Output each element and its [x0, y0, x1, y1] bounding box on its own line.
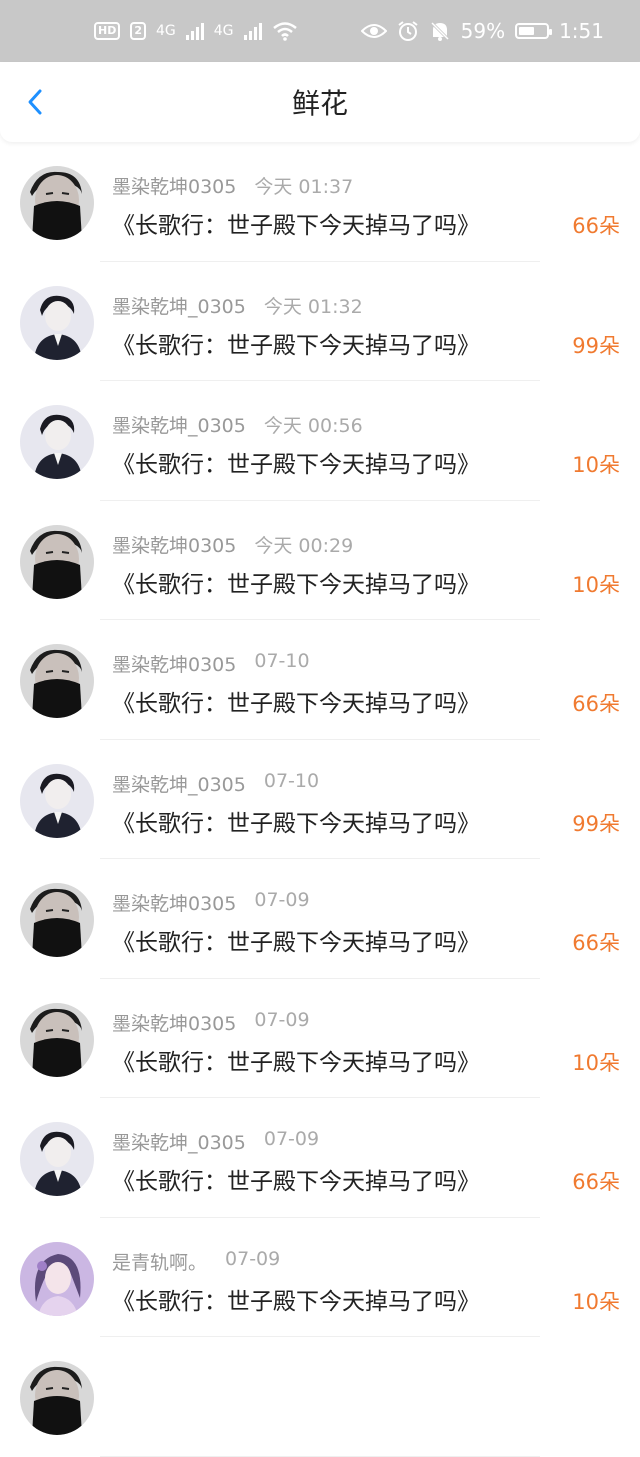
avatar[interactable]: [20, 1361, 94, 1435]
username[interactable]: 墨染乾坤_0305: [112, 1128, 246, 1155]
flower-count: 66朵: [572, 931, 620, 955]
list-item[interactable]: 是青轨啊。 07-09 《长歌行：世子殿下今天掉马了吗》 10朵: [0, 1218, 640, 1337]
username[interactable]: 墨染乾坤_0305: [112, 411, 246, 438]
nav-bar: 鲜花: [0, 62, 640, 142]
page-title: 鲜花: [291, 87, 348, 120]
book-title[interactable]: 《长歌行：世子殿下今天掉马了吗》: [112, 326, 480, 360]
item-meta: 墨染乾坤_0305 今天 01:32: [112, 292, 363, 319]
item-meta: 是青轨啊。 07-09: [112, 1248, 280, 1275]
book-title[interactable]: 《长歌行：世子殿下今天掉马了吗》: [112, 445, 480, 479]
status-right: 59% 1:51: [360, 19, 604, 43]
list-item[interactable]: 墨染乾坤0305 07-09 《长歌行：世子殿下今天掉马了吗》 66朵: [0, 859, 640, 979]
avatar[interactable]: [20, 524, 94, 599]
flower-count: 66朵: [572, 214, 620, 238]
avatar[interactable]: [20, 644, 94, 718]
book-title[interactable]: 《长歌行：世子殿下今天掉马了吗》: [112, 565, 480, 599]
timestamp: 07-09: [225, 1247, 281, 1270]
timestamp: 今天 00:29: [254, 534, 354, 557]
username[interactable]: 墨染乾坤0305: [112, 172, 236, 199]
avatar[interactable]: [20, 405, 94, 479]
avatar[interactable]: [20, 1241, 94, 1316]
mute-bell-icon: [430, 21, 449, 41]
flower-count: 10朵: [572, 572, 620, 597]
divider: [100, 1455, 540, 1457]
network-label-2: 4G: [213, 23, 234, 39]
signal-icon: [185, 22, 204, 40]
timestamp: 今天 00:56: [263, 415, 363, 437]
timestamp: 07-10: [263, 769, 320, 792]
book-title[interactable]: 《长歌行：世子殿下今天掉马了吗》: [112, 804, 480, 838]
timestamp: 今天 01:32: [263, 295, 363, 318]
alarm-icon: [398, 21, 418, 41]
username[interactable]: 墨染乾坤0305: [112, 531, 236, 558]
item-meta: 墨染乾坤_0305 07-10: [112, 770, 319, 797]
item-meta: 墨染乾坤0305 今天 01:37: [112, 172, 353, 199]
network-label-1: 4G: [156, 23, 176, 39]
username[interactable]: 墨染乾坤0305: [112, 1009, 236, 1036]
avatar[interactable]: [20, 763, 94, 838]
item-meta: 墨染乾坤0305 今天 00:29: [112, 531, 353, 558]
status-bar: HD 2 4G 4G 59% 1:51: [0, 0, 640, 62]
book-title[interactable]: 《长歌行：世子殿下今天掉马了吗》: [112, 923, 480, 957]
flower-count: 99朵: [572, 333, 620, 358]
avatar[interactable]: [20, 1002, 94, 1077]
list-item[interactable]: 墨染乾坤_0305 今天 00:56 《长歌行：世子殿下今天掉马了吗》 10朵: [0, 381, 640, 501]
eye-icon: [360, 24, 387, 38]
battery-fill: [519, 27, 535, 35]
book-title[interactable]: 《长歌行：世子殿下今天掉马了吗》: [112, 1162, 480, 1196]
flower-count: 66朵: [572, 692, 620, 716]
list-item[interactable]: 墨染乾坤_0305 07-10 《长歌行：世子殿下今天掉马了吗》 99朵: [0, 740, 640, 859]
sim-badge: 2: [130, 22, 146, 40]
list-item[interactable]: 墨染乾坤0305 今天 01:37 《长歌行：世子殿下今天掉马了吗》 66朵: [0, 142, 640, 262]
flower-count: 10朵: [572, 1289, 620, 1314]
list-item[interactable]: 墨染乾坤0305 07-10 《长歌行：世子殿下今天掉马了吗》 66朵: [0, 620, 640, 740]
timestamp: 07-10: [254, 650, 310, 672]
timestamp: 07-09: [254, 889, 310, 911]
flower-count: 10朵: [572, 1050, 620, 1075]
avatar[interactable]: [20, 883, 94, 957]
timestamp: 今天 01:37: [254, 176, 354, 198]
back-arrow-icon[interactable]: [22, 88, 50, 116]
status-left: HD 2 4G 4G: [94, 21, 298, 41]
book-title[interactable]: 《长歌行：世子殿下今天掉马了吗》: [112, 206, 480, 240]
timestamp: 07-09: [263, 1128, 320, 1150]
username[interactable]: 墨染乾坤0305: [112, 889, 236, 916]
battery-icon: [515, 23, 553, 39]
avatar[interactable]: [20, 1122, 94, 1196]
book-title[interactable]: 《长歌行：世子殿下今天掉马了吗》: [112, 1282, 480, 1316]
list-item[interactable]: [0, 1337, 640, 1457]
flower-count: 99朵: [572, 811, 620, 836]
item-meta: 墨染乾坤_0305 今天 00:56: [112, 411, 363, 438]
flower-list: 墨染乾坤0305 今天 01:37 《长歌行：世子殿下今天掉马了吗》 66朵 墨染乾坤_…: [0, 142, 640, 1457]
item-meta: 墨染乾坤_0305 07-09: [112, 1128, 319, 1155]
item-meta: 墨染乾坤0305 07-09: [112, 889, 310, 916]
item-meta: 墨染乾坤0305 07-10: [112, 650, 310, 677]
flower-count: 10朵: [572, 453, 620, 477]
avatar[interactable]: [20, 285, 94, 360]
book-title[interactable]: 《长歌行：世子殿下今天掉马了吗》: [112, 1043, 480, 1077]
timestamp: 07-09: [254, 1008, 310, 1031]
list-item[interactable]: 墨染乾坤0305 07-09 《长歌行：世子殿下今天掉马了吗》 10朵: [0, 979, 640, 1098]
battery-percent: 59%: [460, 19, 506, 43]
username[interactable]: 墨染乾坤0305: [112, 650, 236, 677]
signal-icon-2: [243, 22, 262, 40]
wifi-icon: [272, 22, 297, 41]
username[interactable]: 墨染乾坤_0305: [112, 292, 246, 319]
username[interactable]: 墨染乾坤_0305: [112, 770, 246, 797]
list-item[interactable]: 墨染乾坤0305 今天 00:29 《长歌行：世子殿下今天掉马了吗》 10朵: [0, 501, 640, 620]
avatar[interactable]: [20, 166, 94, 240]
item-meta: 墨染乾坤0305 07-09: [112, 1009, 310, 1036]
username[interactable]: 是青轨啊。: [112, 1248, 207, 1275]
clock: 1:51: [559, 19, 604, 43]
book-title[interactable]: 《长歌行：世子殿下今天掉马了吗》: [112, 684, 480, 718]
list-item[interactable]: 墨染乾坤_0305 今天 01:32 《长歌行：世子殿下今天掉马了吗》 99朵: [0, 262, 640, 381]
hd-badge: HD: [94, 22, 121, 40]
list-item[interactable]: 墨染乾坤_0305 07-09 《长歌行：世子殿下今天掉马了吗》 66朵: [0, 1098, 640, 1218]
flower-count: 66朵: [572, 1170, 620, 1194]
